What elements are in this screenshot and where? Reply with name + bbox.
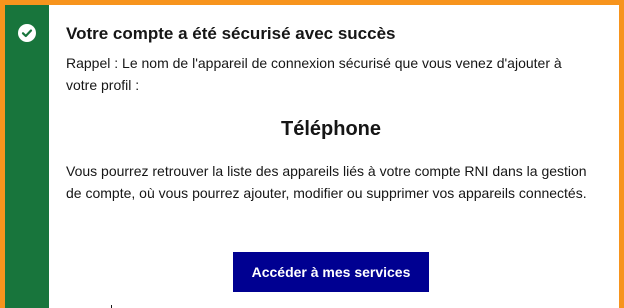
access-services-button[interactable]: Accéder à mes services [233, 252, 429, 292]
alert-content: Votre compte a été sécurisé avec succès … [49, 5, 619, 308]
success-alert: Votre compte a été sécurisé avec succès … [5, 5, 619, 308]
check-circle-icon [18, 24, 36, 42]
reminder-text: Rappel : Le nom de l'appareil de connexi… [66, 55, 562, 93]
info-text: Vous pourrez retrouver la liste des appa… [66, 163, 587, 201]
device-name: Téléphone [280, 118, 381, 140]
success-stripe [5, 5, 49, 308]
alert-title: Votre compte a été sécurisé avec succès [66, 24, 396, 43]
highlight-frame: Votre compte a été sécurisé avec succès … [0, 0, 624, 308]
